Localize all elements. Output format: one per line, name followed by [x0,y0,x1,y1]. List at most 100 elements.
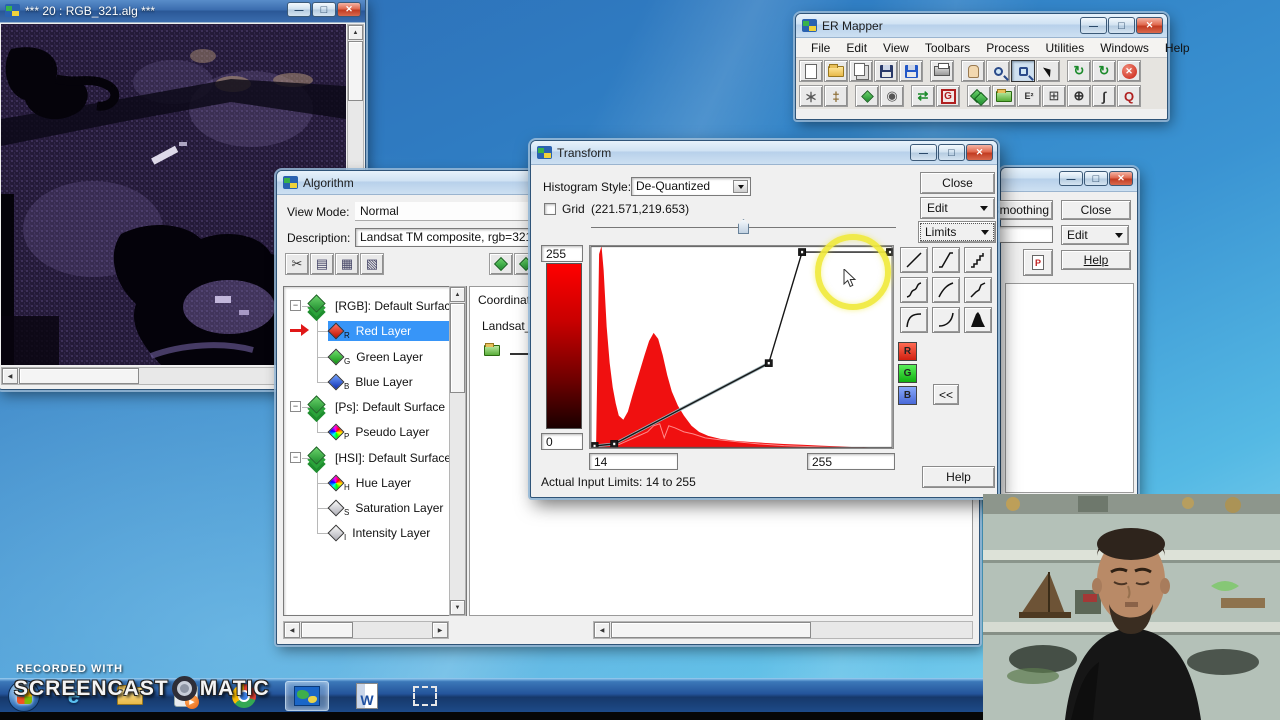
red-channel-button[interactable]: R [898,342,917,361]
tree-item-green-layer[interactable]: G Green Layer [327,346,423,368]
scroll-down-arrow[interactable]: ▼ [450,600,465,615]
secondary-dialog-titlebar[interactable] [1001,168,1137,192]
menu-windows[interactable]: Windows [1093,40,1156,56]
help-button[interactable]: Help [922,466,995,488]
pan-hand-button[interactable] [961,60,985,82]
save-dataset-button[interactable] [489,253,513,275]
tree-item-intensity-layer[interactable]: I Intensity Layer [327,522,430,544]
print-button[interactable] [930,60,954,82]
preset-piecewise-button[interactable] [964,277,992,303]
measure-tool-button[interactable]: ‡ [824,85,848,107]
cellvalue-probe-button[interactable]: ◉ [880,85,904,107]
scroll-right-arrow[interactable]: ▶ [432,622,448,638]
geocode-grid-button[interactable]: G [936,85,960,107]
copy-pages-button[interactable] [849,60,873,82]
tree-item-hue-layer[interactable]: H Hue Layer [327,472,411,494]
close-transform-button[interactable]: Close [920,172,995,194]
transform-titlebar[interactable]: Transform [531,141,997,165]
smoothing-value-field[interactable] [995,226,1053,243]
save-disk-button[interactable] [874,60,898,82]
save-as-disk-button[interactable] [899,60,923,82]
taskbar-snipping-tool[interactable] [403,681,447,711]
minimize-button[interactable] [1059,171,1083,186]
limits-dropdown[interactable]: Limits [918,221,996,243]
pointer-arrow-button[interactable] [1036,60,1060,82]
scroll-thumb[interactable] [348,41,363,101]
er-mapper-titlebar[interactable]: ER Mapper [796,14,1167,38]
scroll-thumb[interactable] [19,368,139,384]
transform-curve-button[interactable]: ∫ [1092,85,1116,107]
tree-expander-icon[interactable]: − [290,401,301,412]
position-slider-handle[interactable] [738,219,749,234]
green-channel-button[interactable]: G [898,364,917,383]
menu-utilities[interactable]: Utilities [1039,40,1092,56]
taskbar-microsoft-word[interactable]: W [345,681,389,711]
histogram-style-dropdown[interactable]: De-Quantized [631,177,751,196]
maximize-button[interactable] [1108,17,1135,34]
tree-item-saturation-layer[interactable]: S Saturation Layer [327,497,443,519]
edit-wand-button[interactable]: ＊ [799,85,823,107]
smoothing-button[interactable]: Smoothing [995,200,1053,220]
close-button[interactable] [1109,171,1133,186]
formula-page-button[interactable]: P [1023,249,1053,276]
scroll-left-arrow[interactable]: ◀ [2,368,18,384]
open-algorithm-folder-button[interactable] [992,85,1016,107]
stop-button[interactable]: ✕ [1117,60,1141,82]
dataset-folder-icon[interactable] [484,343,500,359]
taskbar-er-mapper-active[interactable] [285,681,329,711]
help-button[interactable]: Help [1061,250,1131,270]
menu-edit[interactable]: Edit [839,40,874,56]
tree-item-red-layer[interactable]: R Red Layer [327,320,411,342]
preset-log-curve-button[interactable] [900,307,928,333]
output-max-field[interactable]: 255 [541,245,583,262]
minimize-button[interactable] [287,2,311,17]
tree-expander-icon[interactable]: − [290,452,301,463]
dropdown-arrow-icon[interactable] [733,180,748,193]
formula-editor-button[interactable]: E² [1017,85,1041,107]
menu-view[interactable]: View [876,40,916,56]
scroll-left-arrow[interactable]: ◀ [284,622,300,638]
output-min-field[interactable]: 0 [541,433,583,450]
tree-horizontal-scrollbar[interactable]: ◀ ▶ [283,621,449,639]
preset-gamma-curve-button[interactable] [932,277,960,303]
menu-toolbars[interactable]: Toolbars [918,40,977,56]
tree-item-ps-default-surface[interactable]: [Ps]: Default Surface [307,394,445,418]
blue-channel-button[interactable]: B [898,386,917,405]
algorithm-sheets-button[interactable] [967,85,991,107]
tree-item-hsi-default-surface[interactable]: [HSI]: Default Surface [307,445,451,469]
panel-horizontal-scrollbar[interactable]: ◀ [593,621,973,639]
tree-item-pseudo-layer[interactable]: P Pseudo Layer [327,421,429,443]
scroll-up-arrow[interactable]: ▲ [348,25,363,40]
menu-help[interactable]: Help [1158,40,1197,56]
edit-dropdown[interactable]: Edit [920,197,995,219]
scroll-thumb[interactable] [301,622,353,638]
close-button2[interactable]: Close [1061,200,1131,220]
minimize-button[interactable] [1080,17,1107,34]
copy-button[interactable]: ▤ [310,253,334,275]
scroll-up-arrow[interactable]: ▲ [450,287,465,302]
zoom-magnifier-button[interactable] [986,60,1010,82]
scroll-left-arrow[interactable]: ◀ [594,622,610,638]
annotate-shape-button[interactable] [855,85,879,107]
preset-steps-button[interactable] [964,247,992,273]
preset-steep-linear-button[interactable] [932,247,960,273]
preset-histogram-equalize-button[interactable] [964,307,992,333]
collapse-button[interactable]: << [933,384,959,405]
close-button[interactable] [1136,17,1163,34]
cut-button[interactable]: ✂ [285,253,309,275]
page-setup-grid-button[interactable]: ⊞ [1042,85,1066,107]
refresh-transform-button[interactable]: ↻ [1092,60,1116,82]
menu-file[interactable]: File [804,40,837,56]
menu-process[interactable]: Process [979,40,1036,56]
new-page-button[interactable] [799,60,823,82]
close-button[interactable] [966,144,993,161]
image-to-dataset-button[interactable]: ⇄ [911,85,935,107]
tree-item-blue-layer[interactable]: B Blue Layer [327,371,413,393]
grid-checkbox[interactable] [544,203,556,215]
scroll-thumb[interactable] [450,303,465,393]
paste-button[interactable]: ▦ [335,253,359,275]
image-window-titlebar[interactable]: *** 20 : RGB_321.alg *** [0,0,365,23]
preset-inverse-log-button[interactable] [932,307,960,333]
refresh-image-button[interactable]: ↻ [1067,60,1091,82]
maximize-button[interactable] [938,144,965,161]
